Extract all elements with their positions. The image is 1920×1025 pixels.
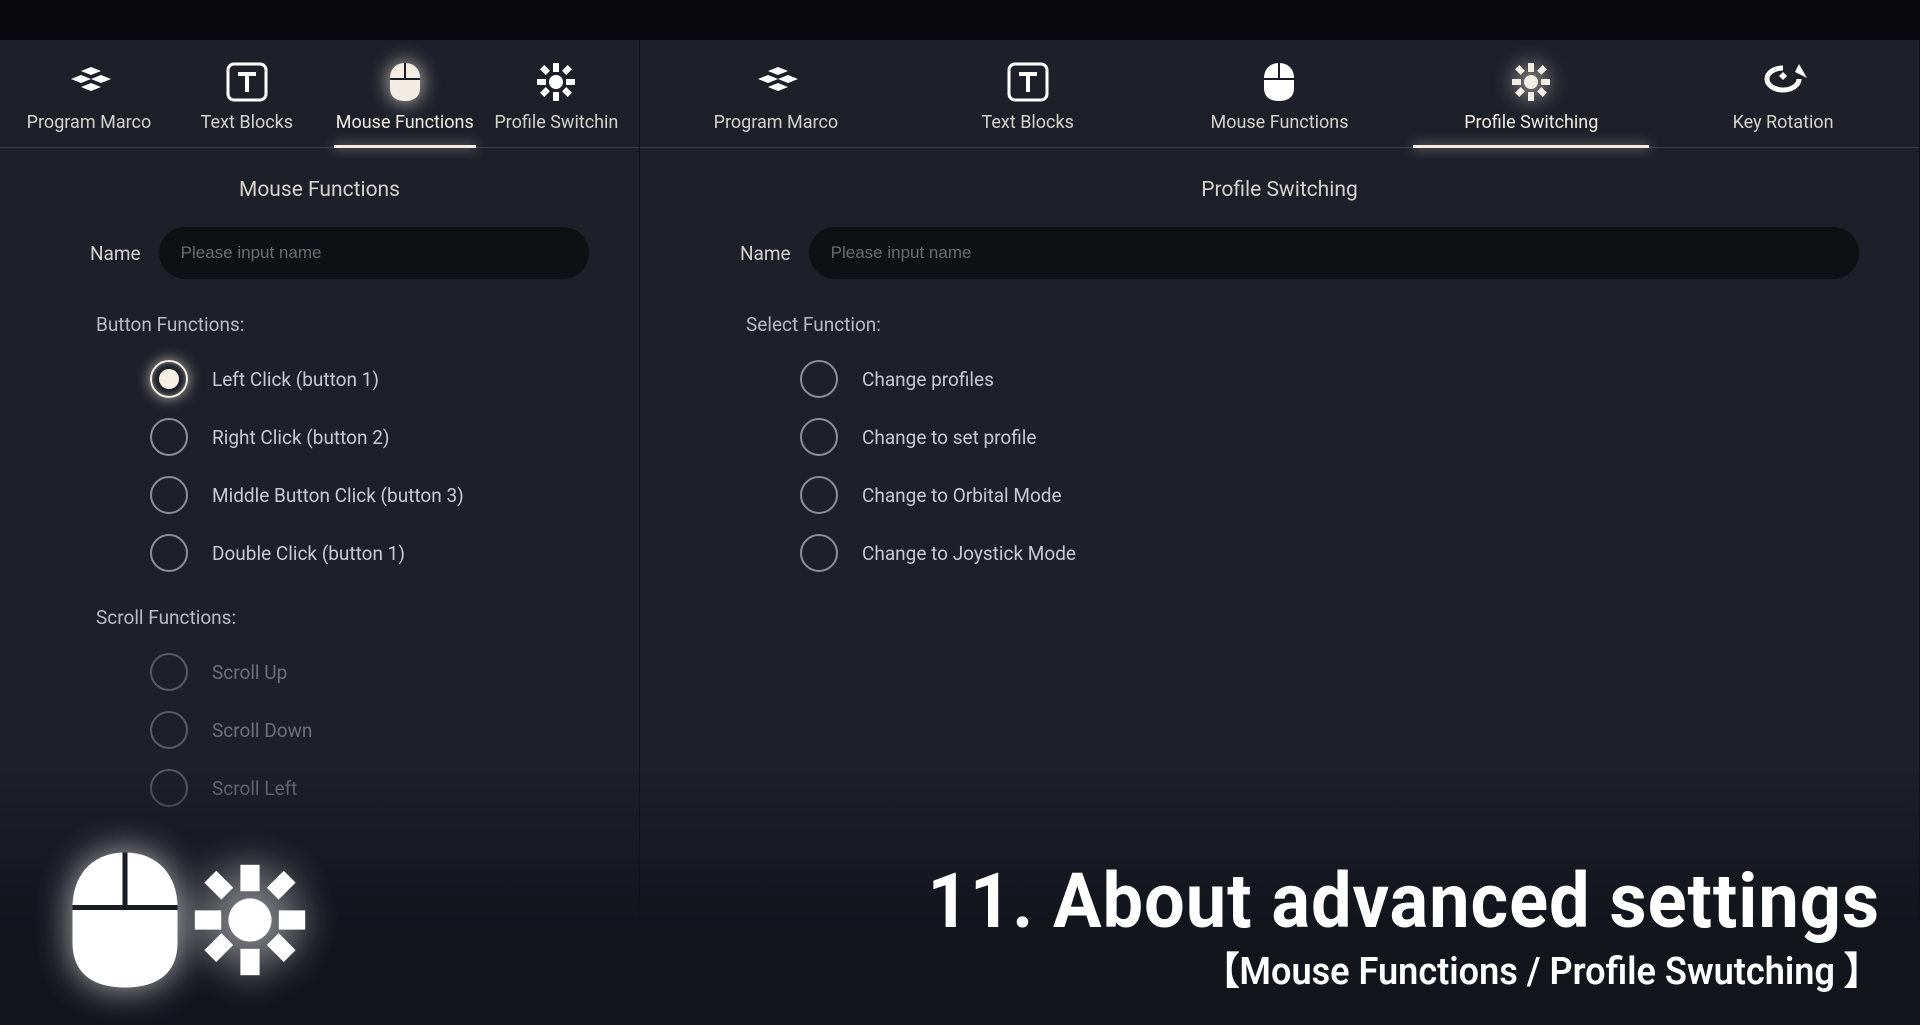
option-change-to-orbital-mode[interactable]: Change to Orbital Mode — [800, 476, 1919, 514]
option-change-profiles[interactable]: Change profiles — [800, 360, 1919, 398]
gear-icon — [1511, 62, 1551, 102]
text-icon — [1007, 62, 1049, 102]
tab-label: Program Marco — [27, 112, 152, 133]
tab-text-blocks[interactable]: Text Blocks — [902, 62, 1154, 147]
radio-icon — [150, 534, 188, 572]
option-label: Change to Joystick Mode — [862, 542, 1076, 565]
name-input[interactable] — [159, 227, 589, 279]
radio-icon — [150, 476, 188, 514]
option-middle-click[interactable]: Middle Button Click (button 3) — [150, 476, 639, 514]
text-icon — [226, 62, 268, 102]
tabs-right: Program Marco Text Blocks Mouse Function… — [640, 40, 1919, 148]
tab-program-marco[interactable]: Program Marco — [10, 62, 168, 147]
tab-program-marco[interactable]: Program Marco — [650, 62, 902, 147]
tab-profile-switching[interactable]: Profile Switchin — [484, 62, 629, 147]
option-change-to-joystick-mode[interactable]: Change to Joystick Mode — [800, 534, 1919, 572]
tab-profile-switching[interactable]: Profile Switching — [1405, 62, 1657, 147]
button-functions-options: Left Click (button 1) Right Click (butto… — [0, 360, 639, 572]
option-label: Scroll Left — [212, 777, 297, 800]
scroll-functions-label: Scroll Functions: — [0, 572, 639, 633]
name-input[interactable] — [809, 227, 1859, 279]
radio-icon — [800, 360, 838, 398]
option-label: Left Click (button 1) — [212, 368, 379, 391]
radio-icon — [150, 360, 188, 398]
option-scroll-down[interactable]: Scroll Down — [150, 711, 639, 749]
radio-icon — [800, 476, 838, 514]
option-label: Change to Orbital Mode — [862, 484, 1062, 507]
radio-icon — [800, 534, 838, 572]
tab-text-blocks[interactable]: Text Blocks — [168, 62, 326, 147]
name-label: Name — [90, 242, 141, 265]
option-scroll-left[interactable]: Scroll Left — [150, 769, 639, 807]
radio-icon — [800, 418, 838, 456]
tab-label: Text Blocks — [982, 112, 1074, 133]
blocks-icon — [750, 62, 802, 102]
window-titlebar — [0, 0, 1920, 40]
radio-icon — [150, 769, 188, 807]
section-title: Profile Switching — [640, 148, 1919, 227]
tab-label: Key Rotation — [1733, 112, 1834, 133]
tab-mouse-functions[interactable]: Mouse Functions — [1154, 62, 1406, 147]
option-right-click[interactable]: Right Click (button 2) — [150, 418, 639, 456]
option-label: Middle Button Click (button 3) — [212, 484, 464, 507]
radio-icon — [150, 711, 188, 749]
tab-label: Text Blocks — [201, 112, 293, 133]
select-function-label: Select Function: — [640, 279, 1919, 340]
tab-label: Profile Switching — [1464, 112, 1598, 133]
tabs-left: Program Marco Text Blocks Mouse Function… — [0, 40, 639, 148]
option-change-to-set-profile[interactable]: Change to set profile — [800, 418, 1919, 456]
tab-label: Profile Switchin — [494, 112, 618, 133]
name-label: Name — [740, 242, 791, 265]
tab-label: Program Marco — [714, 112, 839, 133]
button-functions-label: Button Functions: — [0, 279, 639, 340]
tab-label: Mouse Functions — [336, 112, 474, 133]
option-label: Change profiles — [862, 368, 994, 391]
option-label: Scroll Down — [212, 719, 312, 742]
rotation-icon — [1759, 62, 1807, 102]
tab-label: Mouse Functions — [1210, 112, 1348, 133]
option-label: Right Click (button 2) — [212, 426, 390, 449]
gear-icon — [536, 62, 576, 102]
select-function-options: Change profiles Change to set profile Ch… — [640, 360, 1919, 572]
option-label: Double Click (button 1) — [212, 542, 405, 565]
tab-key-rotation[interactable]: Key Rotation — [1657, 62, 1909, 147]
blocks-icon — [63, 62, 115, 102]
radio-icon — [150, 653, 188, 691]
mouse-icon — [1262, 62, 1296, 102]
tab-mouse-functions[interactable]: Mouse Functions — [326, 62, 484, 147]
mouse-icon — [388, 62, 422, 102]
scroll-functions-options: Scroll Up Scroll Down Scroll Left — [0, 653, 639, 807]
panel-mouse-functions: Program Marco Text Blocks Mouse Function… — [0, 40, 640, 1025]
option-scroll-up[interactable]: Scroll Up — [150, 653, 639, 691]
radio-icon — [150, 418, 188, 456]
section-title: Mouse Functions — [0, 148, 639, 227]
panel-profile-switching: Program Marco Text Blocks Mouse Function… — [640, 40, 1920, 1025]
option-left-click[interactable]: Left Click (button 1) — [150, 360, 639, 398]
option-double-click[interactable]: Double Click (button 1) — [150, 534, 639, 572]
option-label: Change to set profile — [862, 426, 1037, 449]
option-label: Scroll Up — [212, 661, 287, 684]
